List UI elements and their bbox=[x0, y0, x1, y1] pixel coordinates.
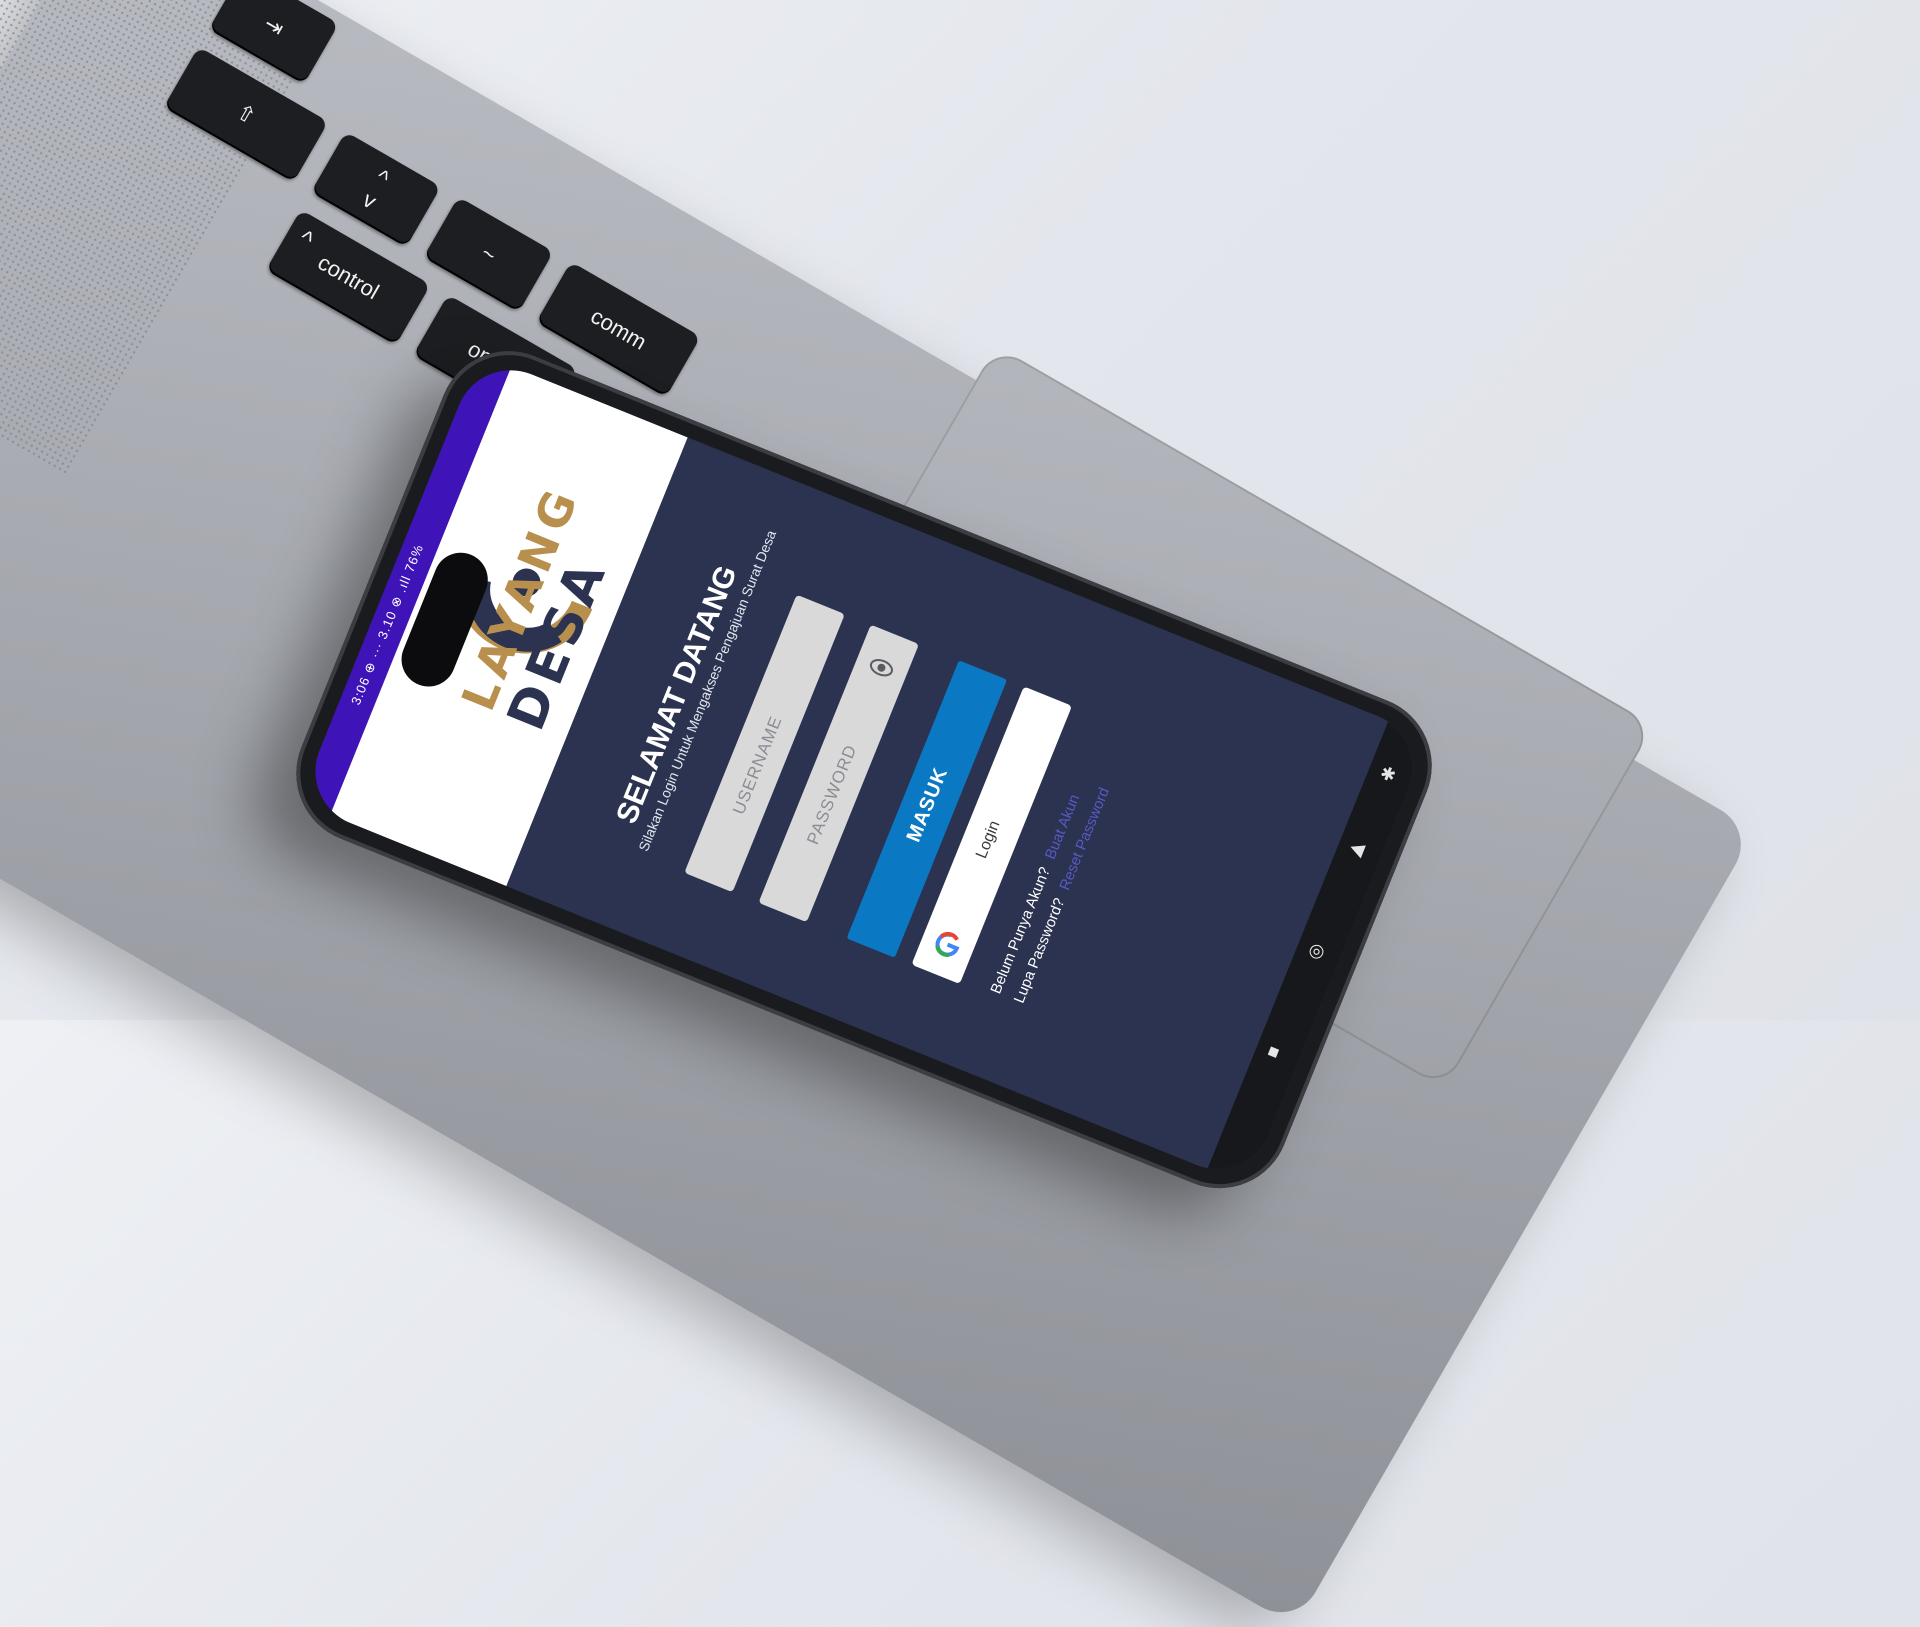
eye-icon[interactable] bbox=[863, 649, 899, 685]
key-tilde: ~ bbox=[423, 196, 554, 313]
google-login-label: Login bbox=[973, 818, 1004, 862]
tab-symbol: ⇥ bbox=[259, 10, 289, 42]
home-icon[interactable]: ◎ bbox=[1306, 938, 1328, 963]
shift-symbol: ⇧ bbox=[232, 98, 261, 130]
google-icon bbox=[935, 931, 960, 957]
password-placeholder: PASSWORD bbox=[803, 741, 861, 848]
command-label: comm bbox=[586, 303, 651, 355]
back-icon[interactable]: ◀ bbox=[1347, 836, 1367, 861]
arrow-down-label: v bbox=[358, 186, 381, 214]
masuk-button-label: MASUK bbox=[902, 764, 953, 846]
control-label: control bbox=[313, 249, 384, 305]
recents-icon[interactable]: ■ bbox=[1264, 1040, 1283, 1064]
username-placeholder: USERNAME bbox=[729, 713, 786, 818]
accessibility-icon[interactable]: ✱ bbox=[1377, 762, 1398, 787]
caret-label: ^ bbox=[294, 225, 318, 255]
tilde-label: ~ bbox=[476, 239, 501, 269]
